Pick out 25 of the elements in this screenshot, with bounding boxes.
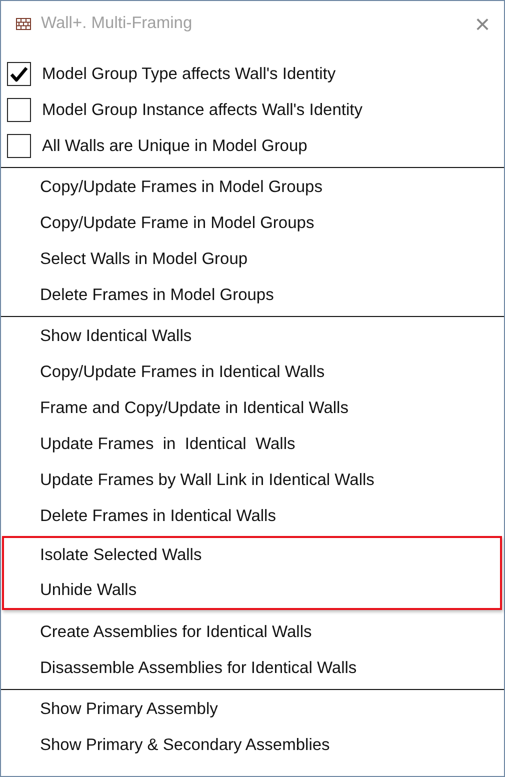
menu-item[interactable]: Frame and Copy/Update in Identical Walls: [38, 398, 350, 418]
menu-item[interactable]: Unhide Walls: [38, 580, 139, 600]
grid-icon: [16, 18, 31, 30]
menu-item[interactable]: Delete Frames in Model Groups: [38, 286, 276, 304]
menu-item[interactable]: Copy/Update Frames in Identical Walls: [38, 362, 327, 382]
close-icon[interactable]: ×: [474, 10, 490, 36]
menu-item[interactable]: Create Assemblies for Identical Walls: [38, 622, 314, 642]
checkbox-label: Model Group Type affects Wall's Identity: [41, 64, 337, 84]
window-title: Wall+. Multi-Framing: [41, 14, 194, 33]
menu-item[interactable]: Select Walls in Model Group: [38, 250, 250, 268]
checkbox[interactable]: [7, 98, 31, 122]
menu-item[interactable]: Update Frames in Identical Walls: [38, 434, 298, 454]
menu-item[interactable]: Copy/Update Frames in Model Groups: [38, 178, 324, 196]
menu-item[interactable]: Disassemble Assemblies for Identical Walls: [38, 658, 359, 678]
menu-item[interactable]: Update Frames by Wall Link in Identical Walls: [38, 470, 376, 490]
menu-item[interactable]: Delete Frames in Identical Walls: [38, 506, 278, 526]
menu-item[interactable]: Show Identical Walls: [38, 326, 194, 346]
menu-item[interactable]: Isolate Selected Walls: [38, 546, 204, 564]
checkbox-label: Model Group Instance affects Wall's Identity: [41, 100, 364, 120]
menu-item[interactable]: Show Primary Assembly: [38, 700, 220, 718]
checkbox[interactable]: [7, 134, 31, 158]
checkbox-label: All Walls are Unique in Model Group: [41, 136, 308, 156]
menu-item[interactable]: Show Primary & Secondary Assemblies: [38, 736, 332, 754]
menu-item[interactable]: Copy/Update Frame in Model Groups: [38, 214, 316, 232]
checkbox[interactable]: [7, 62, 31, 86]
